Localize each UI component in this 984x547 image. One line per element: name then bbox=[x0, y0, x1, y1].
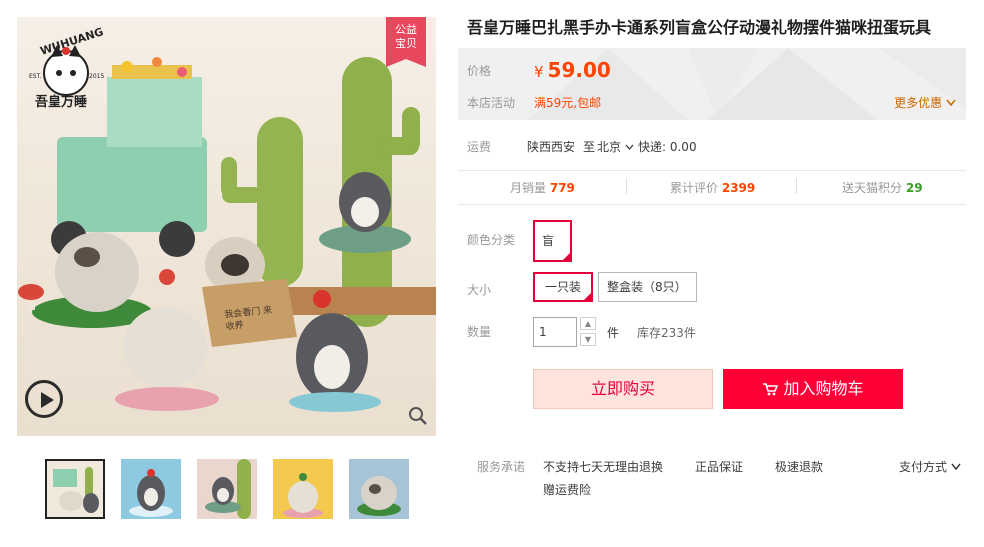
thumbnail-image bbox=[121, 459, 181, 519]
quantity-increase-button[interactable]: ▲ bbox=[580, 317, 596, 330]
ship-to-city-select[interactable]: 北京 bbox=[597, 138, 634, 155]
price-panel: 价格 ¥59.00 本店活动 满59元,包邮 更多优惠 bbox=[458, 48, 966, 120]
tmall-points-label: 送天猫积分 bbox=[842, 181, 903, 195]
total-reviews-label: 累计评价 bbox=[670, 181, 719, 195]
charity-badge: 公益 宝贝 bbox=[386, 17, 426, 67]
monthly-sales-value: 779 bbox=[549, 181, 575, 195]
more-discounts-label: 更多优惠 bbox=[894, 96, 943, 110]
chevron-down-icon bbox=[946, 99, 956, 107]
chevron-down-icon bbox=[951, 463, 961, 471]
price-value: ¥59.00 bbox=[534, 58, 611, 82]
monthly-sales-label: 月销量 bbox=[510, 181, 547, 195]
more-discounts-link[interactable]: 更多优惠 bbox=[894, 94, 956, 111]
divider bbox=[626, 178, 627, 194]
price-label: 价格 bbox=[467, 64, 492, 78]
stock-count: 库存233件 bbox=[637, 326, 696, 340]
service-fast-refund[interactable]: 极速退款 bbox=[775, 458, 823, 475]
ship-from: 陕西西安 bbox=[527, 140, 576, 154]
total-reviews-value: 2399 bbox=[721, 181, 756, 195]
shipping-fee: 快递: 0.00 bbox=[638, 140, 697, 154]
thumbnail-image bbox=[197, 459, 257, 519]
size-option-full-box[interactable]: 整盒装（8只） bbox=[598, 272, 697, 302]
service-authentic[interactable]: 正品保证 bbox=[695, 458, 743, 475]
quantity-label: 数量 bbox=[467, 325, 492, 339]
quantity-unit: 件 bbox=[607, 326, 620, 340]
add-to-cart-label: 加入购物车 bbox=[783, 379, 864, 398]
promo-text: 满59元,包邮 bbox=[534, 96, 602, 110]
tmall-points: 送天猫积分 29 bbox=[842, 179, 923, 196]
add-to-cart-button[interactable]: 加入购物车 bbox=[723, 369, 903, 409]
promo-label: 本店活动 bbox=[467, 96, 516, 110]
service-shipping-insurance[interactable]: 赠运费险 bbox=[543, 481, 591, 498]
shipping-label: 运费 bbox=[467, 140, 492, 154]
monthly-sales: 月销量 779 bbox=[510, 179, 575, 196]
ship-to-word: 至 bbox=[583, 140, 596, 154]
divider bbox=[796, 178, 797, 194]
service-label: 服务承诺 bbox=[477, 460, 526, 474]
badge-line-1: 公益 bbox=[395, 23, 417, 36]
tmall-points-value: 29 bbox=[905, 181, 923, 195]
price-number: 59.00 bbox=[547, 58, 611, 82]
color-label: 颜色分类 bbox=[467, 233, 516, 247]
zoom-icon[interactable] bbox=[408, 406, 428, 426]
size-option-single[interactable]: 一只装 bbox=[533, 272, 593, 302]
quantity-decrease-button[interactable]: ▼ bbox=[580, 333, 596, 346]
logo-year-text: 2015 bbox=[89, 73, 105, 80]
thumbnail-4[interactable] bbox=[273, 459, 333, 519]
size-label: 大小 bbox=[467, 283, 492, 297]
logo-cn-text: 吾皇万睡 bbox=[35, 95, 88, 110]
chevron-down-icon bbox=[625, 144, 634, 150]
stats-row: 月销量 779 累计评价 2399 送天猫积分 29 bbox=[458, 178, 966, 196]
brand-logo: WUHUANG 吾皇万睡 EST. 2015 bbox=[27, 25, 105, 113]
total-reviews[interactable]: 累计评价 2399 bbox=[670, 179, 755, 196]
color-option-blindbox[interactable]: 盲盒 bbox=[533, 220, 572, 286]
thumbnail-3[interactable] bbox=[197, 459, 257, 519]
divider bbox=[458, 204, 966, 205]
quantity-input[interactable]: 1 bbox=[533, 317, 577, 347]
thumbnail-5[interactable] bbox=[349, 459, 409, 519]
divider bbox=[458, 170, 966, 171]
product-title: 吾皇万睡巴扎黑手办卡通系列盲盒公仔动漫礼物摆件猫咪扭蛋玩具 bbox=[467, 18, 932, 37]
thumbnail-2[interactable] bbox=[121, 459, 181, 519]
ship-to-city: 北京 bbox=[597, 140, 622, 154]
thumbnail-image bbox=[349, 459, 409, 519]
play-video-icon[interactable] bbox=[25, 380, 63, 418]
thumbnail-image bbox=[47, 461, 103, 517]
thumbnail-1[interactable] bbox=[45, 459, 105, 519]
currency-symbol: ¥ bbox=[534, 63, 544, 81]
box-label-text: 我会看门 来收养 bbox=[223, 305, 273, 333]
logo-est-text: EST. bbox=[29, 73, 42, 80]
payment-methods-label: 支付方式 bbox=[899, 460, 948, 474]
service-no-7day-return[interactable]: 不支持七天无理由退换 bbox=[543, 458, 663, 475]
main-product-image[interactable]: 公益 宝贝 WUHUANG 吾皇万睡 EST. 2015 我会看门 来收养 bbox=[17, 17, 436, 436]
payment-methods-link[interactable]: 支付方式 bbox=[899, 458, 961, 475]
cart-icon bbox=[763, 383, 779, 396]
buy-now-button[interactable]: 立即购买 bbox=[533, 369, 713, 409]
badge-line-2: 宝贝 bbox=[395, 37, 417, 50]
thumbnail-image bbox=[273, 459, 333, 519]
